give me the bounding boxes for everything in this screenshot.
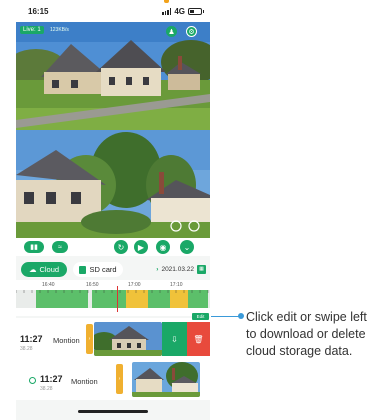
chevron-right-icon: ›	[156, 266, 159, 273]
recording-seconds: 38.28	[40, 386, 53, 392]
status-accent-dot	[164, 0, 169, 3]
download-icon: ⇩	[171, 334, 178, 344]
recording-seconds: 38.28	[20, 346, 33, 352]
live-badge: Live: 1	[20, 26, 44, 34]
recording-label: Montion	[53, 336, 80, 345]
recording-timeline[interactable]: 16:40 16:50 17:00 17:10	[16, 280, 210, 316]
play-icon[interactable]: ▶	[134, 240, 148, 254]
selected-date: 2021.03.22	[161, 266, 194, 273]
chevron-down-icon[interactable]: ⌄	[180, 240, 194, 254]
recording-thumbnail[interactable]	[132, 362, 200, 397]
control-bar: ▮▮ ≈ ↻ ▶ ◉ ⌄	[16, 238, 210, 256]
tab-cloud[interactable]: ☁ Cloud	[21, 262, 67, 277]
edit-button[interactable]: Edit	[192, 313, 209, 320]
trash-icon: 🗑	[193, 334, 204, 344]
timeline-cursor[interactable]	[117, 286, 118, 312]
battery-status-icon[interactable]: ▮▮	[24, 241, 44, 253]
snapshot-icon[interactable]: ◉	[156, 240, 170, 254]
date-picker[interactable]: › 2021.03.22 ▦	[156, 263, 206, 276]
sd-card-icon	[79, 265, 87, 274]
timeline-tick: 16:50	[86, 282, 99, 288]
callout-dot	[238, 313, 244, 319]
recording-time: 11:27	[40, 374, 63, 384]
storage-tabs: ☁ Cloud SD card › 2021.03.22 ▦	[16, 258, 210, 280]
timeline-tick: 16:40	[42, 282, 55, 288]
callout-text: Click edit or swipe left to download or …	[246, 310, 367, 358]
speed-icon[interactable]: ↻	[114, 240, 128, 254]
timeline-dot-icon	[29, 377, 36, 384]
recording-label: Montion	[71, 377, 98, 386]
tab-sd-card-label: SD card	[89, 265, 117, 274]
recording-time: 11:27	[20, 334, 43, 344]
status-icons: 4G	[162, 6, 204, 16]
person-icon[interactable]: ♟	[166, 26, 177, 37]
status-bar: 16:15 4G	[16, 0, 210, 22]
network-label: 4G	[174, 6, 185, 16]
wifi-icon[interactable]: ≈	[52, 241, 68, 253]
timeline-tick: 17:00	[128, 282, 141, 288]
calendar-icon: ▦	[197, 265, 206, 274]
phone-screen: 16:15 4G Live: 1 123KB/s ♟ ⚙ ▮▮ ≈ ↻ ▶ ◉ …	[16, 0, 210, 420]
recording-duration-tab: ›	[116, 364, 123, 394]
signal-icon	[162, 7, 172, 15]
download-button[interactable]: ⇩	[162, 322, 187, 356]
recording-thumbnail[interactable]	[94, 322, 162, 356]
playback-video-feed[interactable]	[16, 130, 210, 238]
live-video-feed[interactable]	[16, 22, 210, 130]
delete-button[interactable]: 🗑	[187, 322, 210, 356]
timeline-track	[16, 290, 210, 308]
status-time: 16:15	[28, 6, 49, 16]
cloud-icon: ☁	[28, 265, 37, 274]
settings-icon[interactable]: ⚙	[186, 26, 197, 37]
timeline-tick: 17:10	[170, 282, 183, 288]
bitrate-label: 123KB/s	[50, 27, 69, 33]
tab-cloud-label: Cloud	[39, 265, 60, 274]
home-indicator[interactable]	[78, 410, 148, 413]
tab-sd-card[interactable]: SD card	[73, 262, 123, 277]
recording-duration-tab: ›	[86, 324, 93, 354]
battery-icon	[188, 7, 204, 15]
